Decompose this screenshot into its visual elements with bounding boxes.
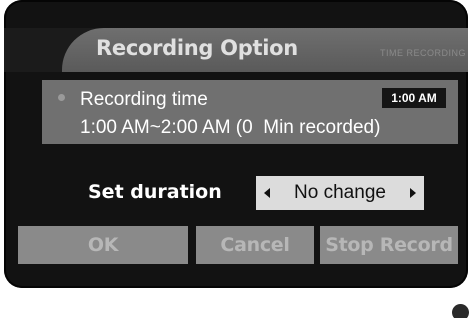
arrow-left-icon[interactable]: [264, 188, 270, 198]
stop-record-button[interactable]: Stop Record: [320, 226, 458, 264]
page-marker-icon: [452, 304, 469, 318]
duration-selector[interactable]: No change: [256, 176, 424, 210]
recording-option-dialog: Recording Option TIME RECORDING Recordin…: [4, 0, 468, 288]
dialog-title: Recording Option: [96, 36, 298, 60]
recording-range-text: 1:00 AM~2:00 AM (0 Min recorded): [80, 117, 381, 138]
recording-time-label: Recording time: [80, 89, 208, 110]
current-time-badge: 1:00 AM: [382, 88, 446, 108]
dialog-subtitle-faint: TIME RECORDING: [380, 48, 467, 58]
cancel-button[interactable]: Cancel: [196, 226, 314, 264]
arrow-right-icon[interactable]: [410, 188, 416, 198]
bullet-icon: [58, 94, 65, 101]
duration-value: No change: [294, 182, 386, 203]
ok-button[interactable]: OK: [18, 226, 188, 264]
set-duration-label: Set duration: [88, 181, 222, 203]
